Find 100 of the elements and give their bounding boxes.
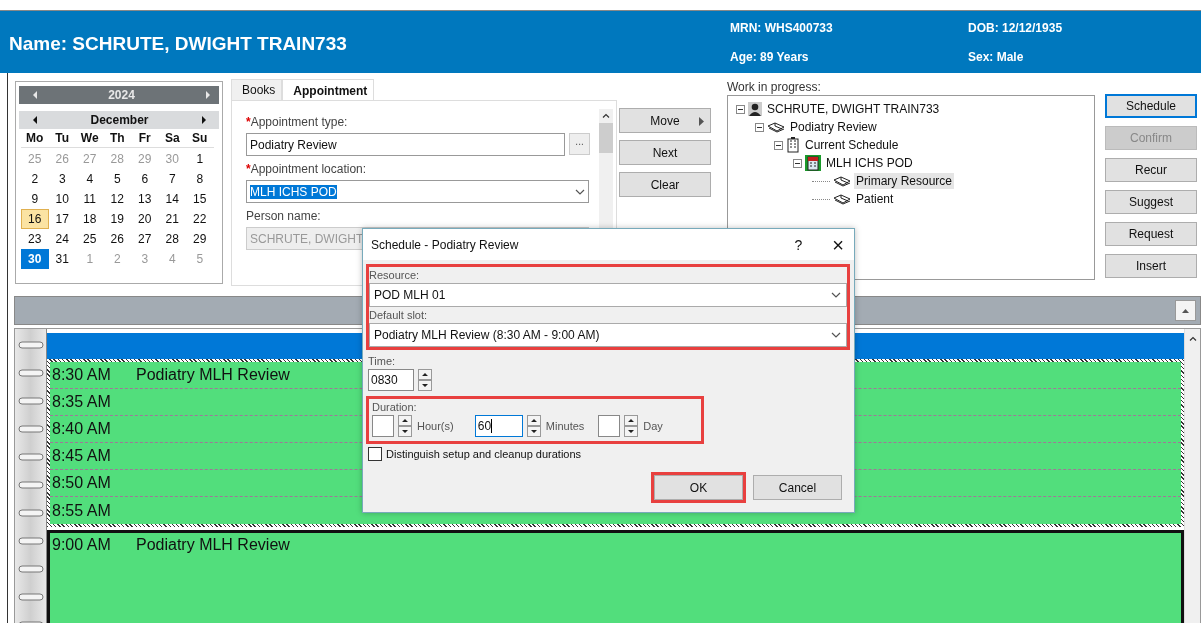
button[interactable]: Cancel bbox=[753, 475, 842, 500]
next-year-icon[interactable] bbox=[205, 90, 211, 100]
calendar-day[interactable]: 30 bbox=[21, 249, 49, 269]
calendar-day[interactable]: 27 bbox=[131, 229, 159, 249]
help-button[interactable]: ? bbox=[794, 236, 803, 253]
tree-item[interactable]: Patient bbox=[854, 191, 896, 207]
arrow-up-icon bbox=[1182, 308, 1189, 313]
calendar-day[interactable]: 16 bbox=[21, 209, 49, 229]
dialog-title: Schedule - Podiatry Review bbox=[371, 237, 520, 252]
calendar-day[interactable]: 1 bbox=[186, 149, 214, 169]
calendar-day[interactable]: 10 bbox=[48, 189, 76, 209]
previous-year-icon[interactable] bbox=[32, 90, 38, 100]
button[interactable]: Move bbox=[619, 108, 711, 133]
calendar-day[interactable]: 20 bbox=[131, 209, 159, 229]
scrollbar[interactable] bbox=[1184, 329, 1200, 623]
calendar-day[interactable]: 15 bbox=[186, 189, 214, 209]
calendar-day[interactable]: 5 bbox=[103, 169, 131, 189]
calendar-day[interactable]: 21 bbox=[158, 209, 186, 229]
field-label: Duration: bbox=[372, 400, 418, 415]
button[interactable]: OK bbox=[654, 475, 743, 500]
calendar-day[interactable]: 18 bbox=[76, 209, 104, 229]
collapse-button[interactable] bbox=[1175, 300, 1196, 321]
tree-item[interactable]: SCHRUTE, DWIGHT TRAIN733 bbox=[765, 101, 942, 117]
input-field[interactable] bbox=[372, 415, 394, 437]
tree-item[interactable]: MLH ICHS POD bbox=[824, 155, 915, 171]
calendar-day[interactable]: 8 bbox=[186, 169, 214, 189]
calendar-day[interactable]: 25 bbox=[76, 229, 104, 249]
book-icon bbox=[767, 121, 785, 133]
calendar-day[interactable]: 17 bbox=[48, 209, 76, 229]
button[interactable]: Insert bbox=[1105, 254, 1197, 278]
tree-item[interactable]: Podiatry Review bbox=[788, 119, 879, 135]
input-field[interactable]: 0830 bbox=[368, 369, 414, 391]
label-text: Appointment type: bbox=[250, 115, 348, 129]
calendar-day[interactable]: 23 bbox=[21, 229, 49, 249]
calendar-day[interactable]: 13 bbox=[131, 189, 159, 209]
tab[interactable]: Books bbox=[231, 79, 283, 100]
binder-ring-icon bbox=[17, 425, 44, 433]
calendar-day[interactable]: 19 bbox=[103, 209, 131, 229]
binder-ring-icon bbox=[17, 453, 44, 461]
collapse-icon[interactable] bbox=[793, 158, 802, 168]
previous-month-icon[interactable] bbox=[32, 115, 38, 125]
calendar-day[interactable]: 22 bbox=[186, 209, 214, 229]
calendar-day[interactable]: 12 bbox=[103, 189, 131, 209]
binder-ring-icon bbox=[17, 369, 44, 377]
button[interactable]: Recur bbox=[1105, 158, 1197, 182]
collapse-icon[interactable] bbox=[774, 140, 783, 150]
calendar-day[interactable]: 6 bbox=[131, 169, 159, 189]
calendar-day[interactable]: 31 bbox=[48, 249, 76, 269]
collapse-icon[interactable] bbox=[736, 104, 745, 114]
appointment-block[interactable]: 9:00 AM Podiatry MLH Review bbox=[47, 530, 1184, 623]
button[interactable]: Clear bbox=[619, 172, 711, 197]
calendar-day[interactable]: 4 bbox=[76, 169, 104, 189]
input-field[interactable] bbox=[598, 415, 621, 437]
spin-buttons-icon bbox=[398, 415, 412, 437]
appointment-title: Podiatry MLH Review bbox=[136, 366, 290, 384]
text-cursor bbox=[491, 419, 493, 433]
close-button[interactable]: × bbox=[832, 235, 844, 254]
calendar-day[interactable]: 11 bbox=[76, 189, 104, 209]
tab[interactable]: Appointment bbox=[282, 79, 375, 100]
calendar-day[interactable]: 7 bbox=[158, 169, 186, 189]
calendar-day[interactable]: 2 bbox=[21, 169, 49, 189]
dropdown-field[interactable]: Podiatry MLH Review (8:30 AM - 9:00 AM) bbox=[369, 323, 847, 347]
time-label: 8:40 AM bbox=[52, 420, 112, 438]
button[interactable]: Schedule bbox=[1105, 94, 1197, 118]
tree-item[interactable]: Primary Resource bbox=[854, 173, 955, 189]
patient-info: DOB: 12/12/1935 bbox=[968, 20, 1064, 35]
spin-buttons-icon bbox=[418, 369, 432, 391]
button[interactable]: Next bbox=[619, 140, 711, 165]
patient-info: MRN: WHS400733 bbox=[730, 20, 834, 35]
patient-name: Name: SCHRUTE, DWIGHT TRAIN733 bbox=[8, 32, 347, 55]
label-text: Person name: bbox=[246, 209, 321, 223]
calendar-day[interactable]: 28 bbox=[158, 229, 186, 249]
button[interactable]: Request bbox=[1105, 222, 1197, 246]
binder-ring-icon bbox=[17, 397, 44, 405]
next-month-icon[interactable] bbox=[201, 115, 207, 125]
calendar-day[interactable]: 24 bbox=[48, 229, 76, 249]
scroll-thumb[interactable] bbox=[599, 123, 613, 153]
dropdown-field[interactable]: MLH ICHS POD bbox=[246, 180, 589, 203]
tree-item[interactable]: Current Schedule bbox=[803, 137, 901, 153]
calendar-day[interactable]: 14 bbox=[158, 189, 186, 209]
input-field[interactable]: Podiatry Review bbox=[246, 133, 566, 156]
time-label: 8:30 AM bbox=[52, 366, 112, 384]
input-field[interactable]: 60 bbox=[474, 415, 523, 437]
section-label: Work in progress: bbox=[727, 79, 822, 94]
time-label: 8:45 AM bbox=[52, 447, 112, 465]
calendar-day[interactable]: 9 bbox=[21, 189, 49, 209]
button[interactable]: Suggest bbox=[1105, 190, 1197, 214]
collapse-icon[interactable] bbox=[755, 122, 764, 132]
calendar-day[interactable]: 29 bbox=[186, 229, 214, 249]
dropdown-field[interactable]: POD MLH 01 bbox=[369, 283, 847, 307]
chevron-down-icon bbox=[575, 188, 585, 195]
spin-buttons-icon bbox=[526, 415, 541, 437]
calendar-day[interactable]: 26 bbox=[103, 229, 131, 249]
year-label: 2024 bbox=[108, 88, 135, 102]
lookup-button[interactable]: ... bbox=[569, 133, 590, 155]
required-marker: * bbox=[246, 162, 251, 176]
calendar-day[interactable]: 3 bbox=[48, 169, 76, 189]
building-icon bbox=[805, 155, 821, 171]
checkbox[interactable] bbox=[368, 447, 382, 461]
unit-label: Minutes bbox=[545, 420, 585, 432]
